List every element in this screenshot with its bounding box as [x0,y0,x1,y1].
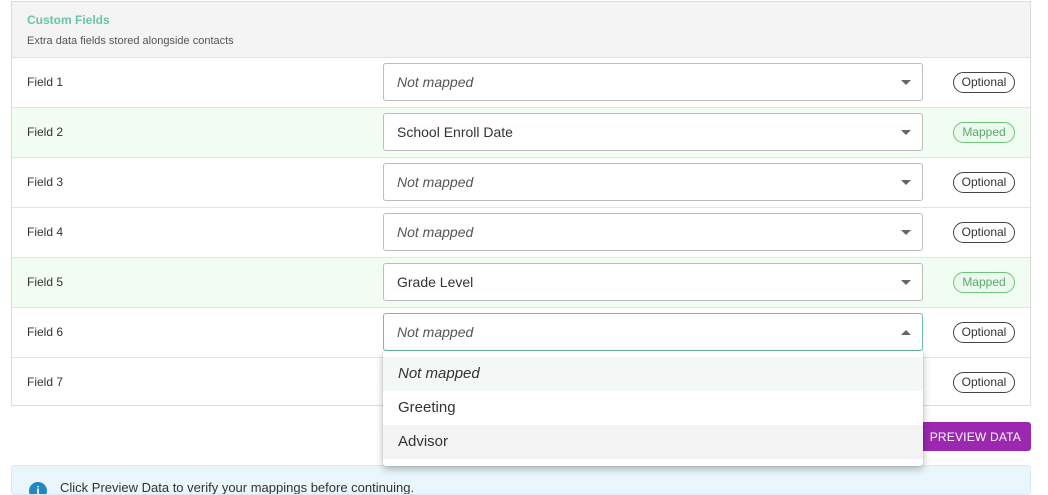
field-2-select[interactable]: School Enroll Date [383,113,923,151]
info-banner: i Click Preview Data to verify your mapp… [11,465,1031,495]
preview-data-button[interactable]: PREVIEW DATA [916,422,1031,451]
field-label: Field 1 [27,75,64,89]
status-badge: Optional [953,172,1015,193]
caret-down-icon [901,230,911,235]
select-value: School Enroll Date [397,124,513,140]
select-value: Not mapped [397,174,474,190]
caret-up-icon [901,330,911,335]
field-row-4: Field 4 Not mapped Optional [12,208,1030,258]
field-label: Field 4 [27,225,64,239]
dropdown-option-advisor[interactable]: Advisor [383,425,923,459]
status-badge: Mapped [953,272,1015,293]
field-label: Field 7 [27,375,64,389]
field-row-5: Field 5 Grade Level Mapped [12,258,1030,308]
field-5-select[interactable]: Grade Level [383,263,923,301]
select-value: Not mapped [397,74,474,90]
panel-header: Custom Fields Extra data fields stored a… [12,2,1030,58]
caret-down-icon [901,130,911,135]
status-badge: Mapped [953,122,1015,143]
custom-fields-panel: Custom Fields Extra data fields stored a… [11,1,1031,406]
field-6-dropdown-menu: Not mapped Greeting Advisor [383,351,923,466]
field-row-3: Field 3 Not mapped Optional [12,158,1030,208]
status-badge: Optional [953,372,1015,393]
caret-down-icon [901,280,911,285]
field-label: Field 2 [27,125,64,139]
dropdown-option-not-mapped[interactable]: Not mapped [383,357,923,391]
info-icon: i [29,482,47,494]
field-label: Field 5 [27,275,64,289]
field-label: Field 6 [27,325,64,339]
caret-down-icon [901,80,911,85]
section-title: Custom Fields [27,13,110,27]
field-row-2: Field 2 School Enroll Date Mapped [12,108,1030,158]
select-value: Grade Level [397,274,474,290]
dropdown-option-greeting[interactable]: Greeting [383,391,923,425]
status-badge: Optional [953,222,1015,243]
caret-down-icon [901,180,911,185]
field-1-select[interactable]: Not mapped [383,63,923,101]
info-text: Click Preview Data to verify your mappin… [60,480,415,495]
field-label: Field 3 [27,175,64,189]
field-4-select[interactable]: Not mapped [383,213,923,251]
status-badge: Optional [953,72,1015,93]
select-value: Not mapped [397,224,474,240]
field-3-select[interactable]: Not mapped [383,163,923,201]
field-6-select[interactable]: Not mapped [383,313,923,351]
status-badge: Optional [953,322,1015,343]
field-row-1: Field 1 Not mapped Optional [12,58,1030,108]
section-subtitle: Extra data fields stored alongside conta… [27,35,234,47]
select-value: Not mapped [397,324,474,340]
